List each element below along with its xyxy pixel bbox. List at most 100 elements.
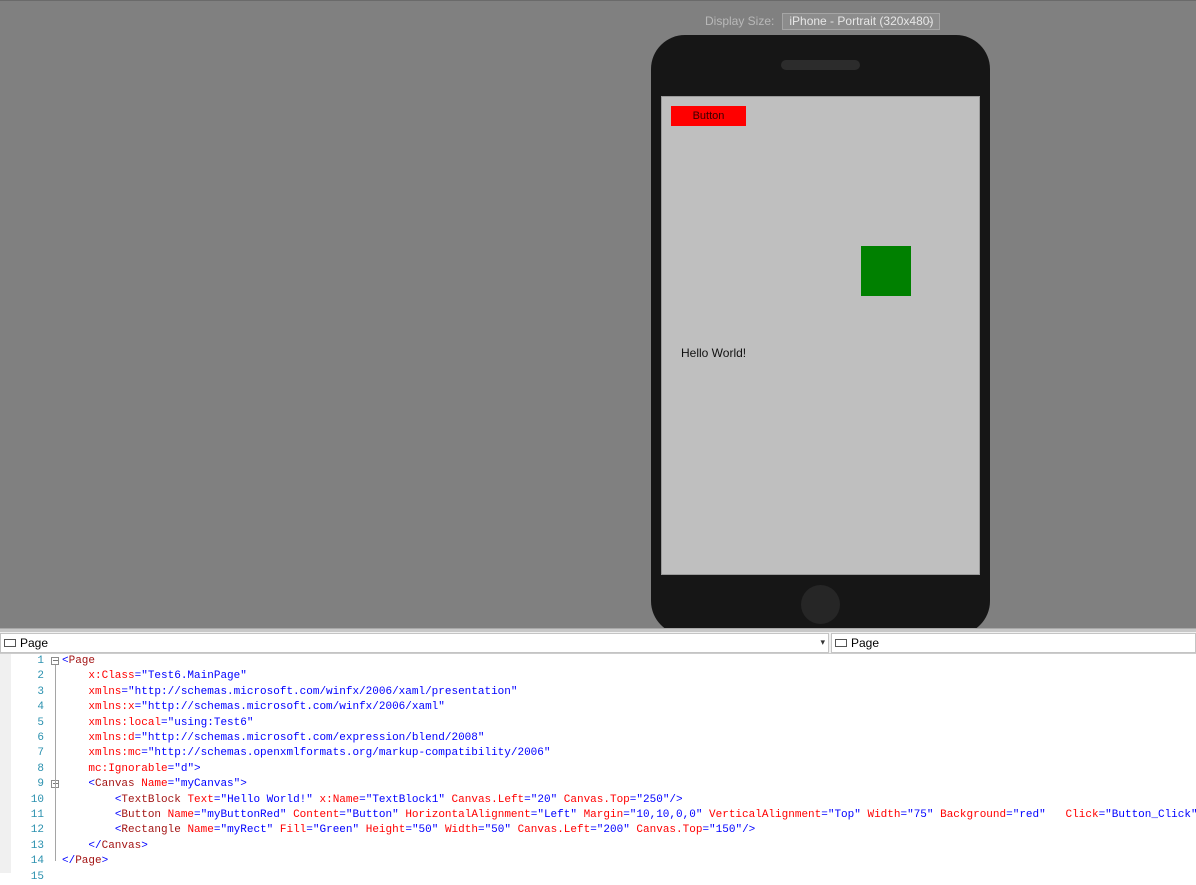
- code-line[interactable]: 8 mc:Ignorable="d">: [0, 762, 1196, 777]
- code-token: =": [1098, 809, 1112, 821]
- code-token: >: [141, 839, 148, 852]
- code-line[interactable]: 6 xmlns:d="http://schemas.microsoft.com/…: [0, 731, 1196, 746]
- code-token: xmlns:x: [88, 701, 135, 714]
- code-token: =": [359, 793, 373, 806]
- code-token: Margin: [576, 809, 624, 821]
- code-token: =": [405, 824, 419, 837]
- code-token: Width: [438, 824, 478, 837]
- designer-surface: Display Size: iPhone - Portrait (320x480…: [0, 0, 1196, 628]
- code-token: ": [510, 685, 518, 698]
- code-token: Rectangle: [121, 824, 181, 837]
- code-line[interactable]: 12 <Rectangle Name="myRect" Fill="Green"…: [0, 823, 1196, 838]
- code-text: <Page: [62, 654, 95, 669]
- code-token: Height: [359, 824, 406, 837]
- code-token: x:Name: [312, 793, 360, 806]
- canvas-green-rectangle[interactable]: [861, 246, 911, 296]
- line-number: 11: [30, 809, 44, 821]
- line-number: 10: [30, 793, 44, 806]
- code-token: 250: [643, 793, 663, 806]
- code-token: "/>: [735, 824, 756, 837]
- scope-dropdown-right[interactable]: Page: [831, 633, 1196, 653]
- code-token: x:Class: [88, 670, 135, 683]
- code-token: ": [1039, 809, 1046, 821]
- code-token: =": [477, 824, 492, 837]
- code-line[interactable]: 14 </Page>: [0, 854, 1196, 869]
- display-size-label: Display Size:: [705, 14, 775, 28]
- code-token: ": [504, 824, 511, 837]
- code-token: http://schemas.microsoft.com/expression/…: [147, 732, 478, 744]
- code-token: =": [121, 685, 135, 698]
- code-text: xmlns:mc="http://schemas.openxmlformats.…: [62, 746, 550, 761]
- code-token: "/>: [1191, 809, 1196, 821]
- code-token: =": [530, 809, 544, 821]
- code-token: =": [306, 824, 320, 837]
- chevron-down-icon: ⌄: [926, 14, 935, 25]
- code-token: VerticalAlignment: [702, 809, 822, 821]
- display-size-dropdown[interactable]: iPhone - Portrait (320x480) ⌄: [782, 12, 941, 30]
- code-line[interactable]: 3 xmlns="http://schemas.microsoft.com/wi…: [0, 685, 1196, 700]
- code-token: </: [88, 839, 102, 852]
- code-line[interactable]: 15: [0, 870, 1196, 885]
- code-token: Name: [161, 809, 195, 821]
- scope-dropdown-left[interactable]: Page ▾: [0, 633, 829, 653]
- line-number: 4: [37, 701, 44, 714]
- code-token: ": [477, 732, 485, 744]
- code-token: ": [240, 670, 247, 683]
- code-token: Canvas: [95, 778, 135, 791]
- phone-screen-canvas[interactable]: Button Hello World!: [661, 96, 980, 575]
- code-token: Canvas.Top: [629, 824, 703, 837]
- code-token: Name: [134, 778, 168, 791]
- line-number: 8: [37, 762, 44, 775]
- code-token: red: [1019, 809, 1040, 821]
- line-number: 6: [37, 732, 44, 744]
- code-text: </Canvas>: [62, 839, 148, 854]
- code-token: Canvas.Top: [557, 793, 630, 806]
- code-token: ">: [187, 762, 201, 775]
- code-token: =": [629, 793, 643, 806]
- xaml-code-editor[interactable]: 1− <Page 2 x:Class="Test6.MainPage" 3 xmlns…: [0, 654, 1196, 883]
- code-token: Text: [180, 793, 214, 806]
- code-line[interactable]: 13 </Canvas>: [0, 839, 1196, 854]
- code-text: xmlns:d="http://schemas.microsoft.com/ex…: [62, 731, 485, 746]
- code-token: ": [438, 793, 445, 806]
- xaml-element-icon: [835, 639, 847, 647]
- code-token: myCanvas: [180, 778, 234, 791]
- code-line[interactable]: 5 xmlns:local="using:Test6": [0, 716, 1196, 731]
- code-token: "/>: [662, 793, 683, 806]
- canvas-textblock[interactable]: Hello World!: [681, 346, 746, 360]
- code-token: >: [101, 855, 109, 868]
- code-line[interactable]: 11 <Button Name="myButtonRed" Content="B…: [0, 808, 1196, 823]
- code-line[interactable]: 4 xmlns:x="http://schemas.microsoft.com/…: [0, 700, 1196, 715]
- line-number: 3: [37, 685, 44, 698]
- code-token: Name: [180, 824, 214, 837]
- chevron-down-icon: ▾: [820, 637, 825, 647]
- phone-home-button: [801, 585, 840, 624]
- code-token: =": [213, 824, 228, 837]
- code-token: =": [141, 747, 155, 760]
- code-text: <TextBlock Text="Hello World!" x:Name="T…: [62, 793, 683, 808]
- code-line[interactable]: 2 x:Class="Test6.MainPage": [0, 669, 1196, 684]
- code-token: xmlns:local: [88, 716, 162, 729]
- line-number: 14: [30, 855, 44, 868]
- code-token: Hello World!: [227, 793, 307, 806]
- code-token: ": [570, 809, 577, 821]
- code-token: Canvas.Left: [510, 824, 591, 837]
- code-token: =": [194, 809, 208, 821]
- code-line[interactable]: 1− <Page: [0, 654, 1196, 669]
- code-token: Page: [75, 855, 102, 868]
- code-token: Click: [1045, 809, 1099, 821]
- code-token: xmlns:mc: [88, 747, 142, 760]
- line-number: 9: [37, 778, 44, 791]
- code-token: xmlns:d: [88, 732, 135, 744]
- collapse-icon[interactable]: −: [51, 657, 59, 665]
- code-token: =": [213, 793, 228, 806]
- code-token: Top: [834, 809, 855, 821]
- code-line[interactable]: 9− <Canvas Name="myCanvas">: [0, 777, 1196, 792]
- canvas-red-button[interactable]: Button: [671, 106, 746, 126]
- code-token: 10,10,0,0: [636, 809, 696, 821]
- code-token: Button: [352, 809, 393, 821]
- code-line[interactable]: 10 <TextBlock Text="Hello World!" x:Name…: [0, 793, 1196, 808]
- code-token: HorizontalAlignment: [398, 809, 531, 821]
- code-token: 200: [603, 824, 624, 837]
- code-line[interactable]: 7 xmlns:mc="http://schemas.openxmlformat…: [0, 746, 1196, 761]
